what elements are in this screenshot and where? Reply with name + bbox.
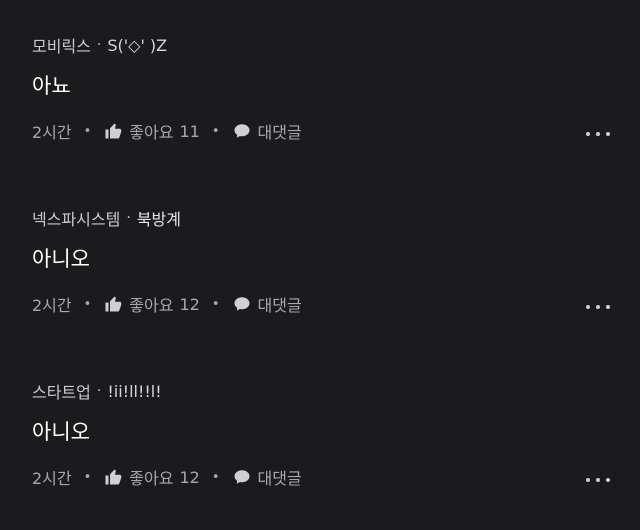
comment-text: 아뇨 <box>32 74 71 98</box>
more-dot <box>596 305 600 309</box>
more-dot <box>606 305 610 309</box>
separator-dot: · <box>96 383 102 399</box>
comment-author-line: 넥스파시스템 · 북방계 <box>32 207 181 229</box>
more-options-button[interactable] <box>586 297 610 317</box>
comment-time: 2시간 <box>32 469 72 488</box>
separator-dot: • <box>83 123 92 139</box>
like-button[interactable]: 좋아요 12 <box>103 465 200 489</box>
reply-label: 대댓글 <box>257 469 302 488</box>
separator-dot: • <box>83 469 92 485</box>
comment-time: 2시간 <box>32 123 72 142</box>
reply-button[interactable]: 대댓글 <box>232 465 302 489</box>
company-name[interactable]: 넥스파시스템 <box>32 206 120 230</box>
comment-text: 아니오 <box>32 420 90 444</box>
like-button[interactable]: 좋아요 12 <box>103 292 200 316</box>
more-dot <box>596 132 600 136</box>
thumbs-up-icon <box>103 294 123 314</box>
comment-author-line: 스타트업 · !ii!ll!!l! <box>32 379 162 403</box>
more-horizontal-icon <box>586 132 590 136</box>
speech-bubble-icon <box>232 294 252 314</box>
nickname[interactable]: S('◇' )Z <box>107 36 167 55</box>
reply-label: 대댓글 <box>257 123 302 142</box>
speech-bubble-icon <box>232 121 252 141</box>
separator-dot: • <box>211 296 220 312</box>
like-button[interactable]: 좋아요 11 <box>103 119 200 143</box>
nickname[interactable]: 북방계 <box>137 206 181 230</box>
more-horizontal-icon <box>586 305 590 309</box>
company-name[interactable]: 스타트업 <box>32 379 91 403</box>
more-dot <box>606 132 610 136</box>
speech-bubble-icon <box>232 467 252 487</box>
separator-dot: · <box>126 210 131 226</box>
comment-meta: 2시간 • 좋아요 12 • 대댓글 <box>32 292 302 316</box>
more-options-button[interactable] <box>586 124 610 144</box>
like-label: 좋아요 <box>129 469 174 488</box>
comment-meta: 2시간 • 좋아요 11 • 대댓글 <box>32 119 302 143</box>
comment-meta: 2시간 • 좋아요 12 • 대댓글 <box>32 465 302 489</box>
comment-item: 스타트업 · !ii!ll!!l! 아니오 2시간 • 좋아요 12 • 대댓글 <box>32 380 640 530</box>
nickname[interactable]: !ii!ll!!l! <box>107 382 161 401</box>
comment-item: 모비릭스 · S('◇' )Z 아뇨 2시간 • 좋아요 11 • 대댓글 <box>32 34 640 184</box>
thumbs-up-icon <box>103 121 123 141</box>
separator-dot: • <box>83 296 92 312</box>
comment-time: 2시간 <box>32 296 72 315</box>
separator-dot: · <box>96 37 102 53</box>
like-count: 11 <box>179 121 200 141</box>
like-label: 좋아요 <box>129 123 174 142</box>
company-name[interactable]: 모비릭스 <box>32 33 91 57</box>
reply-button[interactable]: 대댓글 <box>232 292 302 316</box>
separator-dot: • <box>211 123 220 139</box>
more-dot <box>606 478 610 482</box>
like-count: 12 <box>179 294 200 314</box>
more-options-button[interactable] <box>586 470 610 490</box>
comment-text: 아니오 <box>32 247 90 271</box>
like-count: 12 <box>179 467 200 487</box>
comment-item: 넥스파시스템 · 북방계 아니오 2시간 • 좋아요 12 • 대댓글 <box>32 207 640 357</box>
more-dot <box>596 478 600 482</box>
comment-author-line: 모비릭스 · S('◇' )Z <box>32 33 167 57</box>
reply-label: 대댓글 <box>257 296 302 315</box>
thumbs-up-icon <box>103 467 123 487</box>
separator-dot: • <box>211 469 220 485</box>
reply-button[interactable]: 대댓글 <box>232 119 302 143</box>
like-label: 좋아요 <box>129 296 174 315</box>
more-horizontal-icon <box>586 478 590 482</box>
